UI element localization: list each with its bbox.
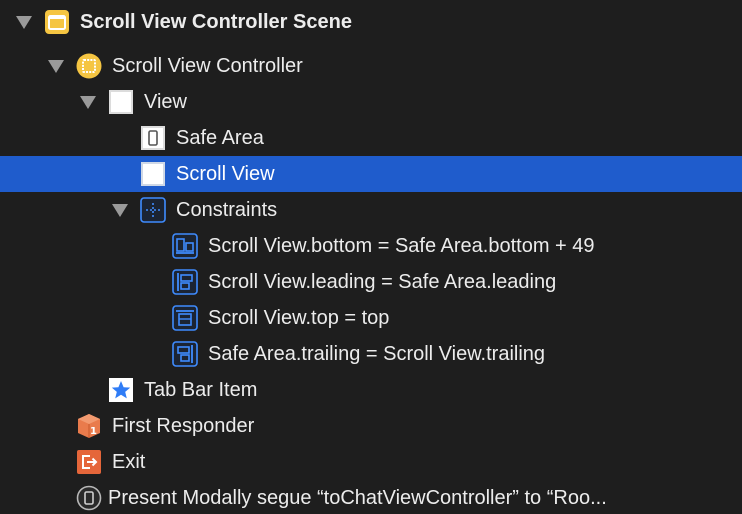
outline-row-exit[interactable]: Exit [0, 444, 742, 480]
safe-area-icon [140, 125, 166, 151]
outline-label-view: View [144, 91, 187, 113]
outline-row-constraint[interactable]: Scroll View.leading = Safe Area.leading [0, 264, 742, 300]
outline-label-scene: Scroll View Controller Scene [80, 11, 352, 33]
outline-label-scroll-view: Scroll View [176, 163, 275, 185]
outline-label-tab-bar-item: Tab Bar Item [144, 379, 258, 401]
constraints-icon [140, 197, 166, 223]
constraint-bottom-icon [172, 233, 198, 259]
outline-label-constraint: Scroll View.top = top [208, 307, 390, 329]
outline-label-safe-area: Safe Area [176, 127, 264, 149]
outline-label-constraint: Scroll View.bottom = Safe Area.bottom + … [208, 235, 595, 257]
disclosure-triangle-icon[interactable] [16, 16, 32, 29]
outline-row-view[interactable]: View [0, 84, 742, 120]
outline-label-view-controller: Scroll View Controller [112, 55, 303, 77]
disclosure-triangle-icon[interactable] [112, 204, 128, 217]
disclosure-triangle-icon[interactable] [48, 60, 64, 73]
constraint-trailing-icon [172, 341, 198, 367]
scene-icon [44, 9, 70, 35]
outline-row-tab-bar-item[interactable]: Tab Bar Item [0, 372, 742, 408]
scroll-view-icon [140, 161, 166, 187]
outline-label-exit: Exit [112, 451, 146, 473]
outline-row-first-responder[interactable]: 1 First Responder [0, 408, 742, 444]
segue-icon [76, 485, 102, 511]
svg-text:1: 1 [90, 426, 97, 437]
disclosure-triangle-icon[interactable] [80, 96, 96, 109]
outline-label-segue: Present Modally segue “toChatViewControl… [108, 487, 607, 509]
document-outline: Scroll View Controller Scene Scroll View… [0, 0, 742, 514]
outline-row-scene[interactable]: Scroll View Controller Scene [0, 4, 742, 40]
first-responder-icon: 1 [76, 413, 102, 439]
outline-row-constraint[interactable]: Scroll View.bottom = Safe Area.bottom + … [0, 228, 742, 264]
outline-row-constraint[interactable]: Safe Area.trailing = Scroll View.trailin… [0, 336, 742, 372]
outline-row-constraints[interactable]: Constraints [0, 192, 742, 228]
outline-row-view-controller[interactable]: Scroll View Controller [0, 48, 742, 84]
outline-label-constraint: Safe Area.trailing = Scroll View.trailin… [208, 343, 546, 365]
outline-row-constraint[interactable]: Scroll View.top = top [0, 300, 742, 336]
outline-row-segue[interactable]: Present Modally segue “toChatViewControl… [0, 480, 742, 514]
exit-icon [76, 449, 102, 475]
outline-label-constraint: Scroll View.leading = Safe Area.leading [208, 271, 557, 293]
star-icon [108, 377, 134, 403]
constraint-top-icon [172, 305, 198, 331]
outline-row-safe-area[interactable]: Safe Area [0, 120, 742, 156]
constraint-leading-icon [172, 269, 198, 295]
view-controller-icon [76, 53, 102, 79]
outline-label-constraints: Constraints [176, 199, 278, 221]
outline-label-first-responder: First Responder [112, 415, 255, 437]
outline-row-scroll-view[interactable]: Scroll View [0, 156, 742, 192]
view-icon [108, 89, 134, 115]
